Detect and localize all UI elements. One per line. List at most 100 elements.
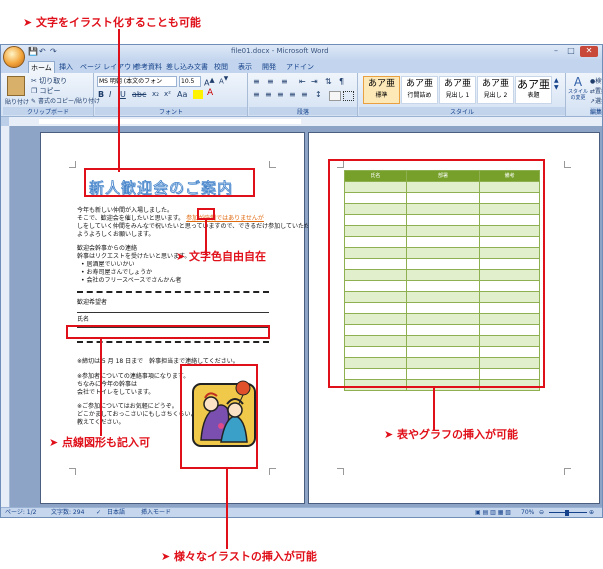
shrink-font-icon[interactable]: A▼ — [219, 76, 228, 85]
style-title-name: 表題 — [527, 92, 540, 99]
italic-button[interactable]: I — [109, 90, 111, 99]
replace-button[interactable]: ⇄置換 — [590, 86, 602, 95]
multilevel-list-icon[interactable]: ≡ — [281, 77, 288, 86]
tab-home[interactable]: ホーム — [28, 61, 55, 73]
subscript-icon[interactable]: x₂ — [152, 90, 159, 98]
insert-mode[interactable]: 挿入モード — [141, 508, 171, 517]
paste-button[interactable]: 貼り付け — [5, 97, 29, 106]
align-left-icon[interactable]: ≡ — [253, 90, 260, 99]
format-painter-label: 書式のコピー/貼り付け — [37, 98, 100, 105]
distributed-icon[interactable]: ≡ — [301, 90, 308, 99]
redo-icon[interactable]: ↷ — [50, 47, 57, 58]
select-button[interactable]: ↗選択 — [590, 96, 602, 105]
proofing-icon[interactable]: ✓ — [96, 508, 101, 517]
zoom-in-icon[interactable]: ⊕ — [589, 508, 594, 517]
tab-addins[interactable]: アドイン — [284, 61, 316, 73]
grow-font-icon[interactable]: A▲ — [204, 76, 215, 88]
page-indicator[interactable]: ページ: 1/2 — [5, 508, 36, 517]
tab-references[interactable]: 参考資料 — [132, 61, 164, 73]
bold-button[interactable]: B — [98, 90, 104, 99]
copy-icon: ❐ — [31, 87, 38, 95]
scissors-icon: ✂ — [31, 77, 37, 85]
minimize-icon[interactable]: – — [549, 46, 563, 57]
style-no-spacing[interactable]: あア亜 行間詰め — [401, 76, 438, 104]
doc-line: 歓迎希望者 — [77, 299, 108, 306]
find-button[interactable]: ●検索 — [590, 76, 602, 85]
callout-text-art: ➤ 文字をイラスト化することも可能 — [23, 16, 201, 29]
justify-icon[interactable]: ≡ — [289, 90, 296, 99]
title-bar: 💾 ↶ ↷ file01.docx - Microsoft Word – □ ✕ — [1, 45, 602, 60]
callout-illustration: ➤ 様々なイラストの挿入が可能 — [161, 550, 317, 563]
style-normal[interactable]: あア亜 標準 — [363, 76, 400, 104]
line-spacing-icon[interactable]: ↕ — [315, 90, 322, 99]
change-case-icon[interactable]: Aa — [177, 90, 187, 99]
office-button[interactable] — [3, 46, 25, 68]
copy-label: コピー — [39, 87, 61, 95]
doc-line-text: そこで、歓迎会を催したいと思います。 — [77, 215, 185, 222]
style-heading2[interactable]: あア亜 見出し 2 — [477, 76, 514, 104]
tab-page-layout[interactable]: ページ レイアウト — [78, 61, 140, 73]
callout-line — [118, 29, 120, 172]
zoom-level[interactable]: 70% — [521, 508, 534, 517]
callout-illustration-label: 様々なイラストの挿入が可能 — [174, 550, 317, 563]
align-center-icon[interactable]: ≡ — [265, 90, 272, 99]
tab-mailings[interactable]: 差し込み文書 — [164, 61, 210, 73]
style-title[interactable]: あア亜 表題 — [515, 76, 552, 104]
doc-line: 幹事はリクエストを受けたいと思います。 — [77, 253, 191, 260]
highlight-icon[interactable] — [193, 90, 203, 99]
change-styles-label: スタイルの変更 — [567, 89, 588, 101]
paragraph-label: 段落 — [249, 107, 357, 116]
paste-icon[interactable] — [7, 76, 25, 96]
underline-button[interactable]: U — [120, 90, 126, 99]
font-size-box[interactable]: 10.5 — [179, 76, 201, 87]
tab-view[interactable]: 表示 — [236, 61, 254, 73]
cut-button[interactable]: ✂ 切り取り — [31, 76, 67, 86]
decrease-indent-icon[interactable]: ⇤ — [299, 77, 306, 86]
undo-icon[interactable]: ↶ — [39, 47, 46, 58]
styles-scroll-icon[interactable]: ▲ ▼ — [554, 77, 559, 91]
word-count[interactable]: 文字数: 294 — [51, 508, 84, 517]
style-heading1[interactable]: あア亜 見出し 1 — [439, 76, 476, 104]
bullets-icon[interactable]: ≡ — [253, 77, 260, 86]
zoom-out-icon[interactable]: ⊖ — [539, 508, 544, 517]
numbering-icon[interactable]: ≡ — [267, 77, 274, 86]
underline-rule — [77, 312, 269, 313]
heading-highlight-box — [84, 168, 255, 197]
strikethrough-icon[interactable]: abc — [132, 90, 146, 99]
style-heading2-name: 見出し 2 — [483, 92, 508, 99]
language-indicator[interactable]: 日本語 — [107, 508, 125, 517]
align-right-icon[interactable]: ≡ — [277, 90, 284, 99]
style-no-spacing-sample: あア亜 — [405, 79, 433, 89]
font-color-icon[interactable]: A — [207, 88, 213, 98]
vertical-ruler[interactable] — [1, 126, 10, 507]
ruler-page-area — [39, 119, 301, 124]
font-name-box[interactable]: MS 明朝 (本文のフォン — [97, 76, 177, 87]
increase-indent-icon[interactable]: ⇥ — [311, 77, 318, 86]
brush-icon: ✎ — [31, 98, 37, 105]
styles-label: スタイル — [359, 107, 565, 116]
zoom-slider-thumb[interactable] — [565, 510, 569, 516]
style-heading2-sample: あア亜 — [481, 79, 509, 89]
change-styles-button[interactable]: A スタイルの変更 — [566, 75, 590, 105]
borders-icon[interactable] — [343, 91, 354, 101]
show-marks-icon[interactable]: ¶ — [339, 77, 344, 86]
maximize-icon[interactable]: □ — [564, 46, 578, 57]
callout-text-color-label: 文字色自由自在 — [189, 250, 267, 263]
sort-icon[interactable]: ⇅ — [325, 77, 332, 86]
superscript-icon[interactable]: x² — [164, 90, 171, 98]
dotted-line — [77, 291, 269, 293]
tab-review[interactable]: 校閲 — [212, 61, 230, 73]
copy-button[interactable]: ❐ コピー — [31, 86, 61, 96]
shading-icon[interactable] — [329, 91, 341, 101]
callout-line — [433, 388, 435, 430]
close-icon[interactable]: ✕ — [580, 46, 598, 57]
doc-line: ようよろしくお願いします。 — [77, 231, 155, 238]
doc-line: ※ご参加についてはお気軽にどうぞ。 — [77, 403, 178, 410]
doc-line: しをしていく仲間をみんなで祝いたいと思っていますので、できるだけ参加していただけ — [77, 223, 316, 230]
save-icon[interactable]: 💾 — [28, 47, 38, 58]
format-painter-button[interactable]: ✎ 書式のコピー/貼り付け — [31, 96, 100, 105]
editing-label: 編集 — [590, 107, 603, 116]
tab-insert[interactable]: 挿入 — [57, 61, 75, 73]
tab-developer[interactable]: 開発 — [260, 61, 278, 73]
view-buttons[interactable]: ▣ ▤ ▥ ▦ ▧ — [475, 508, 511, 517]
